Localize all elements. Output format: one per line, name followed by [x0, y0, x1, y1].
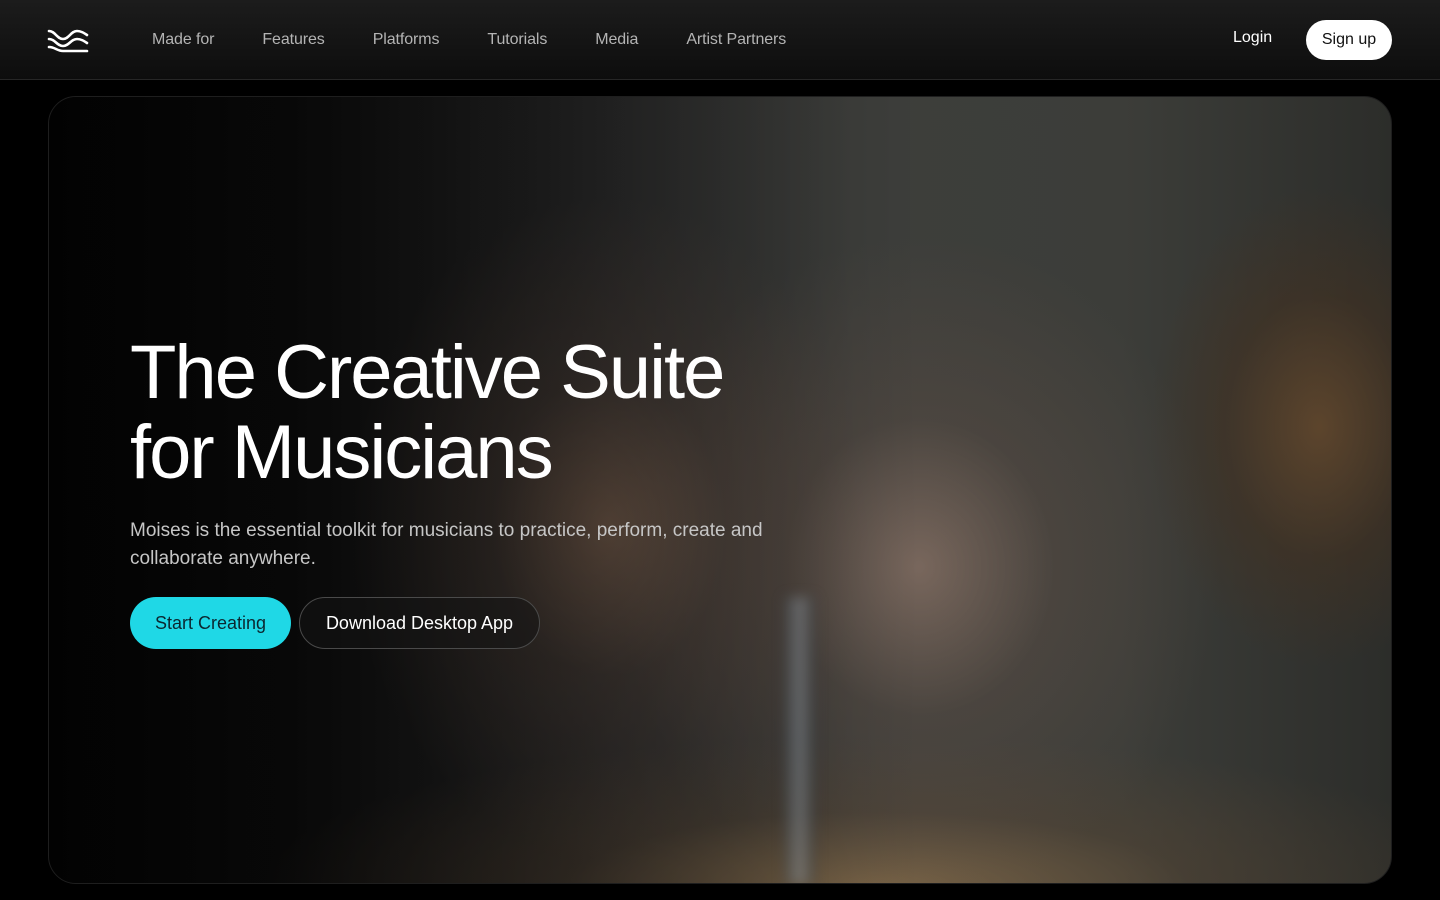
nav-link-artist-partners[interactable]: Artist Partners: [662, 31, 810, 49]
hero-title-line-1: The Creative Suite: [130, 330, 725, 415]
hero-section: The Creative Suite for Musicians Moises …: [48, 96, 1392, 884]
hero-title: The Creative Suite for Musicians: [130, 333, 850, 493]
hero-title-line-2: for Musicians: [130, 410, 554, 495]
login-link[interactable]: Login: [1220, 29, 1285, 47]
nav-link-platforms[interactable]: Platforms: [349, 31, 464, 49]
download-desktop-app-button[interactable]: Download Desktop App: [299, 597, 540, 649]
signup-button[interactable]: Sign up: [1306, 20, 1392, 60]
nav-link-features[interactable]: Features: [238, 31, 348, 49]
start-creating-button[interactable]: Start Creating: [130, 597, 291, 649]
top-navigation-bar: Made for Features Platforms Tutorials Me…: [0, 0, 1440, 80]
hero-subtitle: Moises is the essential toolkit for musi…: [130, 520, 763, 569]
nav-link-tutorials[interactable]: Tutorials: [463, 31, 571, 49]
main-menu: Made for Features Platforms Tutorials Me…: [128, 0, 810, 80]
nav-link-media[interactable]: Media: [571, 31, 662, 49]
moises-logo-icon[interactable]: [47, 27, 89, 53]
nav-link-made-for[interactable]: Made for: [128, 31, 238, 49]
